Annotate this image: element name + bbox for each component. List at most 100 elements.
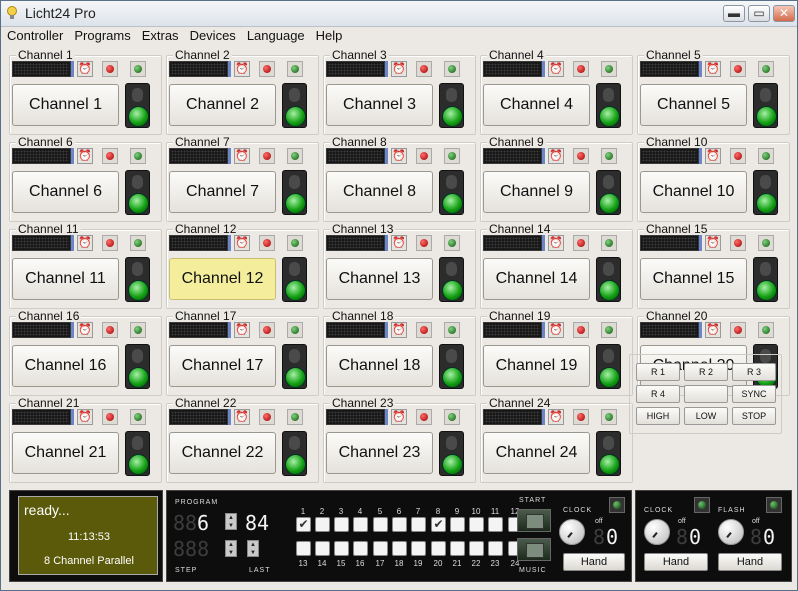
step-checkbox[interactable] [450, 517, 465, 532]
step-checkbox[interactable] [488, 541, 503, 556]
low-button[interactable]: LOW [684, 407, 728, 425]
maximize-button[interactable]: ▭ [748, 5, 770, 22]
channel-button[interactable]: Channel 17 [169, 345, 276, 387]
alarm-clock-icon[interactable]: ⏰ [77, 322, 93, 338]
channel-toggle-switch[interactable] [282, 83, 307, 128]
red-led-icon[interactable] [730, 61, 746, 77]
clock-knob[interactable] [559, 519, 585, 545]
flash-clock-hand-button[interactable]: Hand [644, 553, 708, 571]
channel-button[interactable]: Channel 12 [169, 258, 276, 300]
alarm-clock-icon[interactable]: ⏰ [391, 235, 407, 251]
music-button[interactable] [517, 538, 551, 561]
alarm-clock-icon[interactable]: ⏰ [391, 61, 407, 77]
flash-clock-knob[interactable] [644, 519, 670, 545]
channel-toggle-switch[interactable] [125, 431, 150, 476]
alarm-clock-icon[interactable]: ⏰ [234, 148, 250, 164]
green-led-icon[interactable] [130, 235, 146, 251]
step-checkbox[interactable] [353, 517, 368, 532]
channel-button[interactable]: Channel 22 [169, 432, 276, 474]
red-led-icon[interactable] [102, 322, 118, 338]
alarm-clock-icon[interactable]: ⏰ [77, 61, 93, 77]
channel-toggle-switch[interactable] [439, 170, 464, 215]
channel-button[interactable]: Channel 18 [326, 345, 433, 387]
alarm-clock-icon[interactable]: ⏰ [705, 322, 721, 338]
red-led-icon[interactable] [573, 235, 589, 251]
green-led-icon[interactable] [444, 148, 460, 164]
alarm-clock-icon[interactable]: ⏰ [77, 409, 93, 425]
red-led-icon[interactable] [730, 235, 746, 251]
alarm-clock-icon[interactable]: ⏰ [391, 148, 407, 164]
red-led-icon[interactable] [102, 409, 118, 425]
green-led-icon[interactable] [444, 409, 460, 425]
channel-toggle-switch[interactable] [125, 170, 150, 215]
channel-toggle-switch[interactable] [596, 431, 621, 476]
red-led-icon[interactable] [416, 148, 432, 164]
alarm-clock-icon[interactable]: ⏰ [77, 148, 93, 164]
green-led-icon[interactable] [130, 409, 146, 425]
red-led-icon[interactable] [573, 322, 589, 338]
channel-toggle-switch[interactable] [282, 431, 307, 476]
green-led-icon[interactable] [601, 322, 617, 338]
green-led-icon[interactable] [130, 322, 146, 338]
channel-toggle-switch[interactable] [596, 257, 621, 302]
channel-button[interactable]: Channel 2 [169, 84, 276, 126]
channel-button[interactable]: Channel 11 [12, 258, 119, 300]
red-led-icon[interactable] [102, 235, 118, 251]
channel-toggle-switch[interactable] [596, 344, 621, 389]
channel-toggle-switch[interactable] [596, 83, 621, 128]
r2-button[interactable]: R 2 [684, 363, 728, 381]
channel-toggle-switch[interactable] [439, 344, 464, 389]
green-led-icon[interactable] [444, 235, 460, 251]
step-checkbox[interactable] [334, 541, 349, 556]
channel-button[interactable]: Channel 23 [326, 432, 433, 474]
close-button[interactable]: ✕ [773, 5, 795, 22]
channel-toggle-switch[interactable] [596, 170, 621, 215]
green-led-icon[interactable] [444, 61, 460, 77]
channel-toggle-switch[interactable] [753, 83, 778, 128]
menu-help[interactable]: Help [311, 27, 348, 43]
alarm-clock-icon[interactable]: ⏰ [391, 409, 407, 425]
step-checkbox[interactable] [334, 517, 349, 532]
flash-hand-button[interactable]: Hand [718, 553, 782, 571]
channel-toggle-switch[interactable] [753, 257, 778, 302]
step-checkbox[interactable]: ✔ [296, 517, 311, 532]
alarm-clock-icon[interactable]: ⏰ [548, 235, 564, 251]
alarm-clock-icon[interactable]: ⏰ [548, 322, 564, 338]
alarm-clock-icon[interactable]: ⏰ [705, 235, 721, 251]
channel-button[interactable]: Channel 15 [640, 258, 747, 300]
green-led-icon[interactable] [130, 148, 146, 164]
stop-button[interactable]: STOP [732, 407, 776, 425]
channel-button[interactable]: Channel 13 [326, 258, 433, 300]
flash-knob[interactable] [718, 519, 744, 545]
alarm-clock-icon[interactable]: ⏰ [234, 235, 250, 251]
red-led-icon[interactable] [102, 148, 118, 164]
green-led-icon[interactable] [758, 235, 774, 251]
menu-programs[interactable]: Programs [69, 27, 135, 43]
alarm-clock-icon[interactable]: ⏰ [234, 409, 250, 425]
channel-toggle-switch[interactable] [125, 257, 150, 302]
minimize-button[interactable]: ▬ [723, 5, 745, 22]
channel-toggle-switch[interactable] [282, 344, 307, 389]
red-led-icon[interactable] [730, 322, 746, 338]
menu-controller[interactable]: Controller [2, 27, 68, 43]
step-checkbox[interactable] [469, 517, 484, 532]
channel-button[interactable]: Channel 19 [483, 345, 590, 387]
alarm-clock-icon[interactable]: ⏰ [548, 409, 564, 425]
step-checkbox[interactable] [488, 517, 503, 532]
green-led-icon[interactable] [758, 61, 774, 77]
r4-button[interactable]: R 4 [636, 385, 680, 403]
channel-button[interactable]: Channel 14 [483, 258, 590, 300]
red-led-icon[interactable] [416, 322, 432, 338]
step-checkbox[interactable] [392, 541, 407, 556]
channel-button[interactable]: Channel 6 [12, 171, 119, 213]
red-led-icon[interactable] [259, 235, 275, 251]
r3-button[interactable]: R 3 [732, 363, 776, 381]
green-led-icon[interactable] [601, 235, 617, 251]
blank-button[interactable] [684, 385, 728, 403]
red-led-icon[interactable] [573, 61, 589, 77]
green-led-icon[interactable] [287, 148, 303, 164]
step-checkbox[interactable] [315, 541, 330, 556]
step-checkbox[interactable] [353, 541, 368, 556]
green-led-icon[interactable] [287, 322, 303, 338]
menu-language[interactable]: Language [242, 27, 310, 43]
